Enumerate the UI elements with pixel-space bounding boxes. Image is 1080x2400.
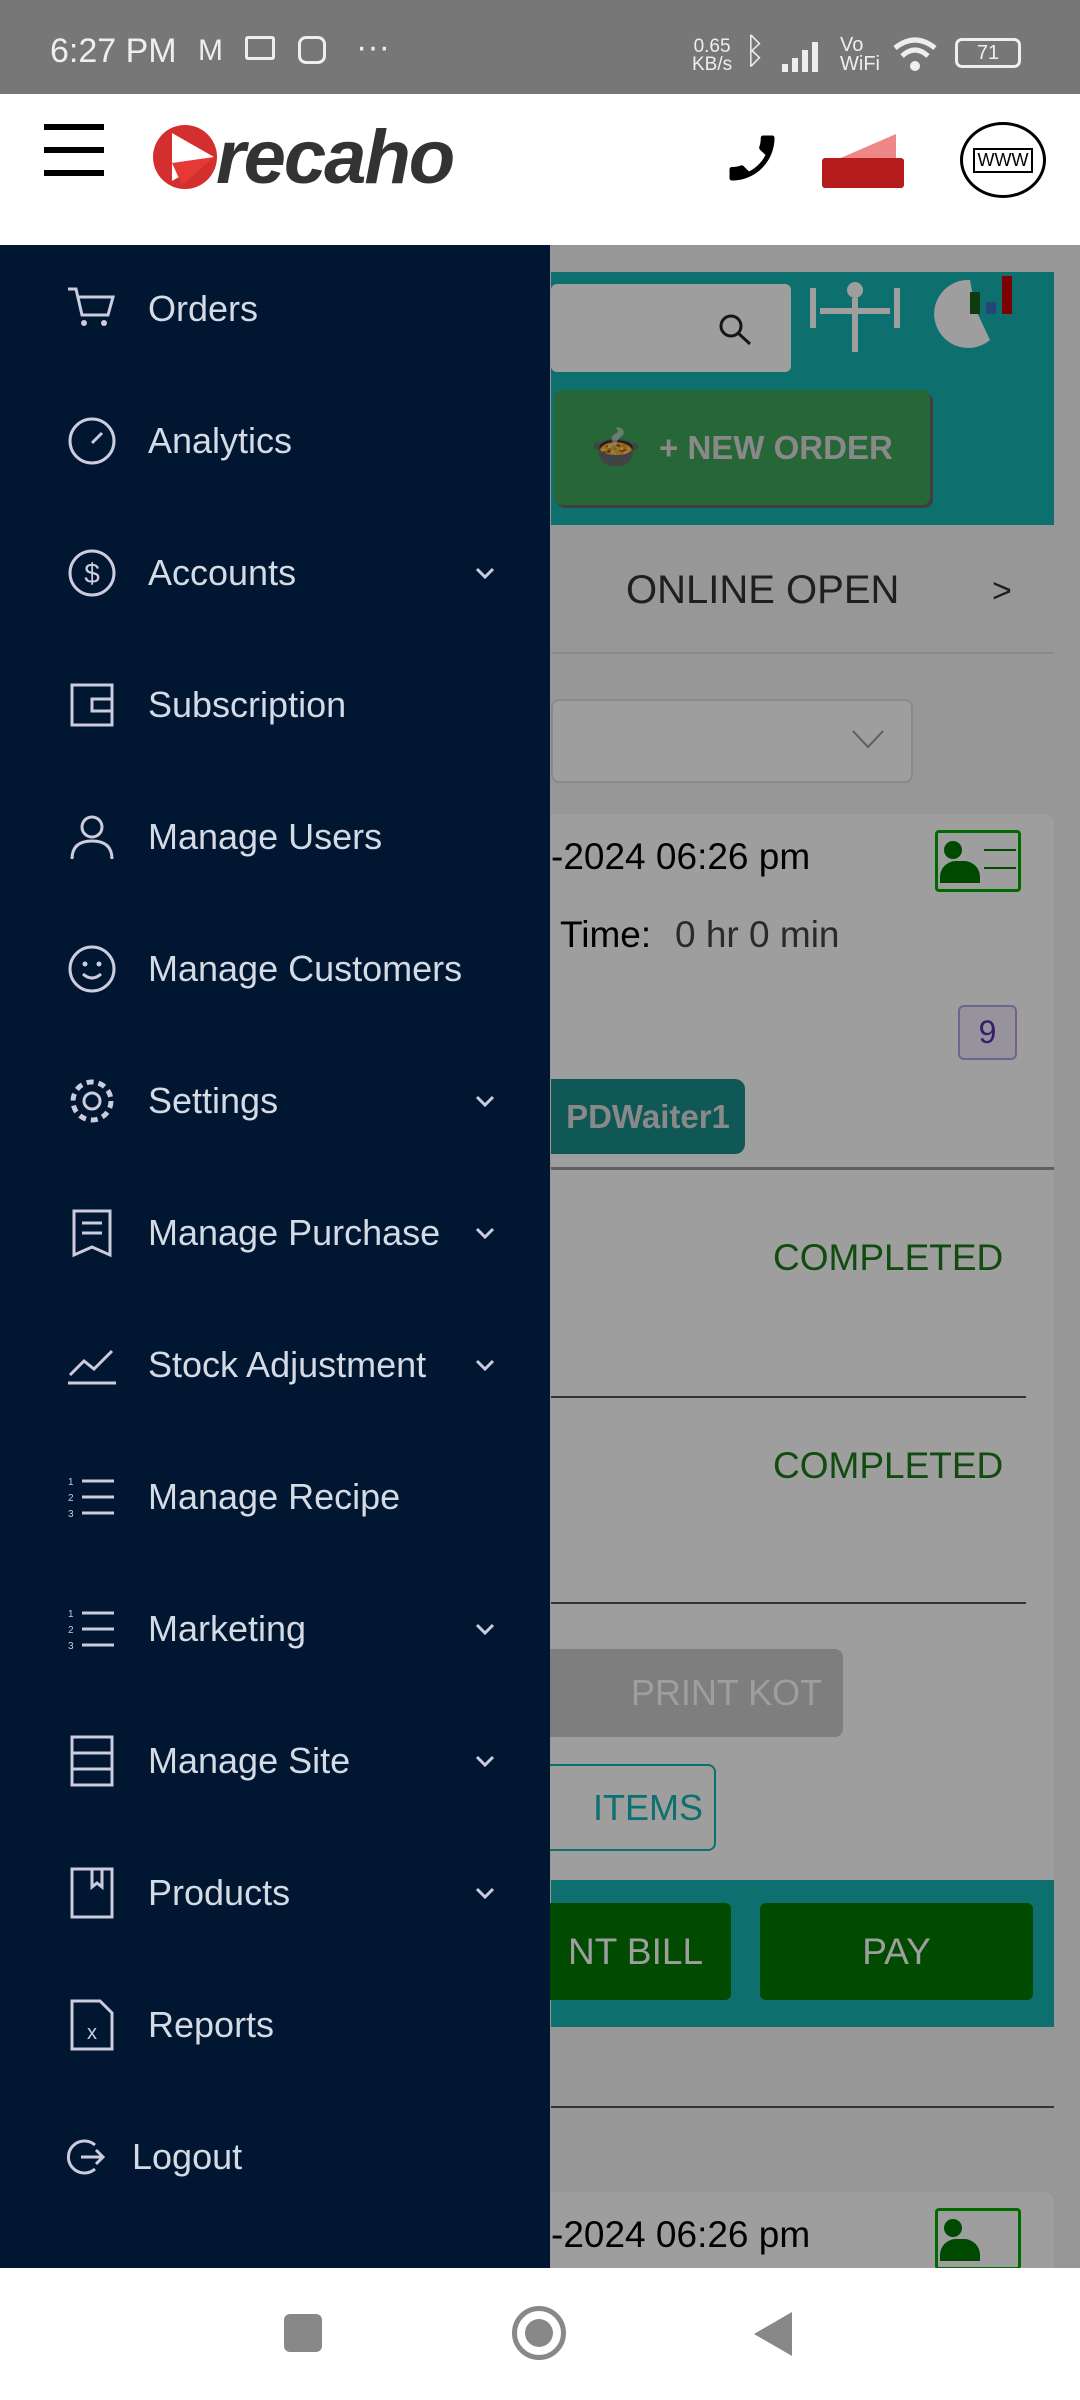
dollar-icon: $: [64, 545, 120, 601]
more-notifications-icon: ···: [356, 28, 390, 66]
smile-icon: [64, 941, 120, 997]
drawer-item-stock-adjustment[interactable]: Stock Adjustment: [0, 1305, 550, 1425]
drawer-item-manage-users[interactable]: Manage Users: [0, 777, 550, 897]
excel-file-icon: x: [64, 1997, 120, 2053]
chevron-down-icon[interactable]: [474, 1090, 496, 1112]
wallet-icon: [64, 677, 120, 733]
drawer-item-label: Reports: [148, 2004, 275, 2045]
logout-button[interactable]: Logout: [0, 2097, 550, 2217]
drawer-item-label: Manage Purchase: [148, 1212, 441, 1253]
site-icon: [64, 1733, 120, 1789]
wifi-label: WiFi: [840, 53, 880, 75]
speedometer-icon: [64, 413, 120, 469]
brand-name: recaho: [216, 114, 455, 200]
drawer-item-products[interactable]: Products: [0, 1833, 550, 1953]
drawer-item-label: Settings: [148, 1080, 279, 1121]
list-icon: 1 2 3: [64, 1469, 120, 1525]
receipt-icon: [64, 1205, 120, 1261]
network-speed: 0.65 KB/s: [692, 37, 733, 75]
chevron-down-icon[interactable]: [474, 1750, 496, 1772]
menu-button[interactable]: [44, 124, 104, 176]
drawer-item-label: Manage Users: [148, 816, 383, 857]
chevron-down-icon[interactable]: [474, 1618, 496, 1640]
svg-text:2: 2: [68, 1625, 74, 1636]
back-button[interactable]: [752, 2310, 794, 2358]
svg-text:1: 1: [68, 1477, 74, 1488]
drawer-item-label: Accounts: [148, 552, 297, 593]
gmail-icon: M: [198, 34, 223, 67]
net-speed-unit: KB/s: [692, 54, 733, 75]
drawer-item-analytics[interactable]: Analytics: [0, 381, 550, 501]
bookmark-icon: [64, 1865, 120, 1921]
wifi-icon: [893, 37, 937, 71]
logo-mark-icon: [153, 125, 217, 189]
svg-text:2: 2: [68, 1493, 74, 1504]
drawer-item-label: Subscription: [148, 684, 347, 725]
cart-icon: [64, 281, 120, 337]
instagram-icon: [298, 36, 326, 64]
recaho-logo: recaho: [152, 115, 455, 200]
drawer-item-marketing[interactable]: 1 2 3 Marketing: [0, 1569, 550, 1689]
svg-text:3: 3: [68, 1641, 74, 1652]
drawer-item-manage-purchase[interactable]: Manage Purchase: [0, 1173, 550, 1293]
drawer-item-subscription[interactable]: Subscription: [0, 645, 550, 765]
drawer-item-label: Stock Adjustment: [148, 1344, 427, 1385]
gear-icon: [64, 1073, 120, 1129]
drawer-item-orders[interactable]: Orders: [0, 249, 550, 369]
drawer-item-label: Analytics: [148, 420, 293, 461]
www-globe-icon[interactable]: WWW: [960, 122, 1046, 198]
drawer-item-label: Products: [148, 1872, 291, 1913]
navigation-drawer: Orders Analytics $ Accounts Subscription Mana…: [0, 245, 550, 2268]
recents-button[interactable]: [284, 2314, 322, 2352]
svg-text:1: 1: [68, 1609, 74, 1620]
drawer-item-manage-site[interactable]: Manage Site: [0, 1701, 550, 1821]
drawer-item-label: Marketing: [148, 1608, 307, 1649]
drawer-item-manage-recipe[interactable]: 1 2 3 Manage Recipe: [0, 1437, 550, 1557]
drawer-item-accounts[interactable]: $ Accounts: [0, 513, 550, 633]
bluetooth-icon: ᛒ: [744, 30, 766, 71]
clock: 6:27 PM: [50, 32, 177, 70]
signal-icon: [782, 42, 818, 72]
svg-text:x: x: [87, 2022, 97, 2044]
battery-level: 71: [976, 42, 1000, 64]
drawer-item-label: Manage Site: [148, 1740, 351, 1781]
chart-line-icon: [64, 1337, 120, 1393]
phone-icon[interactable]: [722, 128, 782, 188]
drawer-item-label: Manage Customers: [148, 948, 463, 989]
www-label: WWW: [972, 147, 1034, 173]
drawer-item-manage-customers[interactable]: Manage Customers: [0, 909, 550, 1029]
system-nav-bar: [0, 2268, 1080, 2400]
user-icon: [64, 809, 120, 865]
chevron-down-icon[interactable]: [474, 1354, 496, 1376]
drawer-item-reports[interactable]: x Reports: [0, 1965, 550, 2085]
logout-label: Logout: [132, 2136, 243, 2177]
chevron-down-icon[interactable]: [474, 562, 496, 584]
drawer-item-label: Orders: [148, 288, 259, 329]
battery-icon: 71: [955, 38, 1021, 68]
status-bar: 6:27 PM M ··· 0.65 KB/s ᛒ Vo WiFi 71: [0, 0, 1080, 94]
list-icon: 1 2 3: [64, 1601, 120, 1657]
chevron-down-icon[interactable]: [474, 1222, 496, 1244]
home-button[interactable]: [512, 2306, 566, 2360]
drawer-item-settings[interactable]: Settings: [0, 1041, 550, 1161]
drawer-item-label: Manage Recipe: [148, 1476, 401, 1517]
ticket-settings-icon[interactable]: [822, 134, 904, 188]
app-header: recaho WWW: [0, 94, 1080, 245]
chevron-down-icon[interactable]: [474, 1882, 496, 1904]
vowifi-icon: Vo WiFi: [840, 35, 880, 75]
svg-text:$: $: [84, 558, 100, 589]
logout-icon: [60, 2129, 110, 2185]
svg-text:3: 3: [68, 1509, 74, 1520]
outlook-icon: [245, 36, 275, 60]
